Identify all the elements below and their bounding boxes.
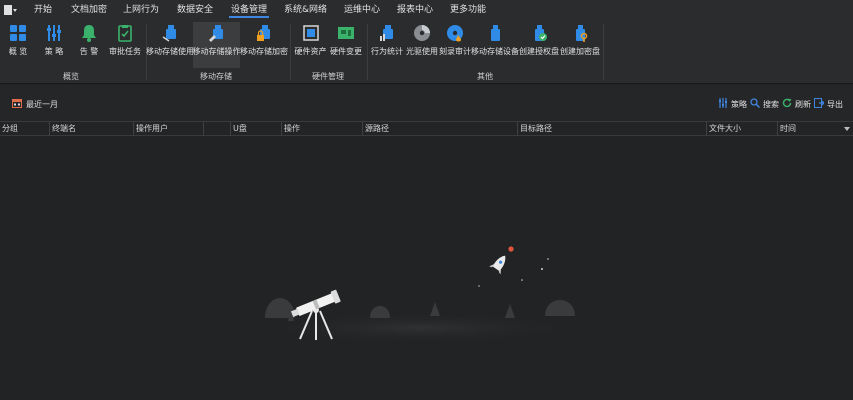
policy-button[interactable]: 策略 — [718, 98, 747, 110]
usb-stats-icon — [378, 24, 396, 42]
ribbon-alert-button[interactable]: 告 警 — [73, 22, 105, 68]
ribbon-usb-usage-label: 移动存储使用 — [146, 47, 194, 56]
menu-more-features[interactable]: 更多功能 — [450, 0, 486, 20]
menu-bar: 开始 文档加密 上网行为 数据安全 设备管理 系统&网络 运维中心 报表中心 更… — [0, 0, 853, 20]
ribbon-usb-device-label: 移动存储设备 — [471, 47, 519, 56]
empty-state-illustration — [250, 246, 590, 344]
date-filter-label: 最近一月 — [26, 99, 58, 109]
sort-dropdown-icon[interactable] — [844, 127, 850, 131]
calendar-icon — [12, 98, 22, 110]
ribbon-usb-device-button[interactable]: 移动存储设备 — [471, 22, 519, 68]
ribbon-usb-encrypt-label: 移动存储加密 — [240, 47, 288, 56]
ribbon-hardware-change-label: 硬件变更 — [330, 47, 362, 56]
board-icon — [337, 24, 355, 42]
search-button[interactable]: 搜索 — [750, 98, 779, 110]
group-label-other: 其他 — [477, 72, 493, 81]
usb-edit-icon — [208, 24, 226, 42]
filter-toolbar: 最近一月 策略 搜索 刷新 导出 — [0, 85, 853, 121]
planet-dot — [508, 246, 514, 252]
column-header-target-path[interactable]: 目标路径 — [517, 122, 706, 136]
group-divider — [290, 24, 291, 80]
cpu-icon — [302, 24, 320, 42]
menu-start[interactable]: 开始 — [34, 0, 52, 20]
burn-disc-icon — [446, 24, 464, 42]
usb-icon — [161, 24, 179, 42]
usb-authorize-icon — [530, 24, 548, 42]
column-header-file-size[interactable]: 文件大小 — [706, 122, 777, 136]
ribbon-approval-label: 审批任务 — [109, 47, 141, 56]
group-label-removable-storage: 移动存储 — [200, 72, 232, 81]
ribbon-hardware-change-button[interactable]: 硬件变更 — [329, 22, 363, 68]
ribbon-create-auth-disk-label: 创建授权盘 — [519, 47, 559, 56]
column-header-usb[interactable]: U盘 — [230, 122, 281, 136]
column-header-group[interactable]: 分组 — [0, 122, 49, 136]
menu-system-network[interactable]: 系统&网络 — [284, 0, 327, 20]
policy-button-label: 策略 — [731, 99, 747, 109]
refresh-button[interactable]: 刷新 — [782, 98, 811, 110]
ribbon-overview-button[interactable]: 概 览 — [1, 22, 35, 68]
search-icon — [750, 98, 761, 110]
ribbon-policy-label: 策 略 — [44, 47, 64, 56]
column-header-blank[interactable] — [203, 122, 230, 136]
date-filter[interactable]: 最近一月 — [12, 98, 58, 110]
group-label-overview: 概览 — [63, 72, 79, 81]
bell-icon — [80, 24, 98, 42]
group-label-hardware: 硬件管理 — [312, 72, 344, 81]
disc-icon — [413, 24, 431, 42]
usb-lock-icon — [255, 24, 273, 42]
ribbon-disc-usage-label: 光驱使用 — [406, 47, 438, 56]
menu-web-behavior[interactable]: 上网行为 — [123, 0, 159, 20]
app-menu-icon[interactable] — [4, 5, 17, 15]
export-icon — [814, 98, 825, 110]
menu-doc-encrypt[interactable]: 文档加密 — [71, 0, 107, 20]
ribbon-burn-audit-button[interactable]: 刻录审计 — [438, 22, 472, 68]
ribbon-toolbar: 概 览 策 略 告 警 审批任务 概览 移动存储使用 移动存储操作 移动存储加密… — [0, 20, 853, 84]
column-header-user[interactable]: 操作用户 — [133, 122, 203, 136]
sliders-icon — [45, 24, 63, 42]
clipboard-check-icon — [116, 24, 134, 42]
star-dots — [478, 258, 549, 287]
ribbon-hardware-assets-button[interactable]: 硬件资产 — [294, 22, 327, 68]
ribbon-usb-encrypt-button[interactable]: 移动存储加密 — [240, 22, 288, 68]
ribbon-disc-usage-button[interactable]: 光驱使用 — [405, 22, 439, 68]
ribbon-policy-button[interactable]: 策 略 — [38, 22, 70, 68]
column-header-terminal[interactable]: 终端名 — [49, 122, 133, 136]
grid-icon — [9, 24, 27, 42]
menu-device-management[interactable]: 设备管理 — [228, 0, 270, 20]
rocket-icon — [489, 255, 506, 275]
refresh-button-label: 刷新 — [795, 99, 811, 109]
menu-report-center[interactable]: 报表中心 — [397, 0, 433, 20]
ribbon-alert-label: 告 警 — [79, 47, 99, 56]
ribbon-behavior-stats-button[interactable]: 行为统计 — [370, 22, 404, 68]
usb-device-icon — [486, 24, 504, 42]
ribbon-create-encrypted-disk-button[interactable]: 创建加密盘 — [559, 22, 601, 68]
ribbon-hardware-assets-label: 硬件资产 — [294, 47, 327, 56]
ribbon-create-encrypted-disk-label: 创建加密盘 — [560, 47, 600, 56]
refresh-icon — [782, 98, 792, 110]
ribbon-create-auth-disk-button[interactable]: 创建授权盘 — [518, 22, 560, 68]
ribbon-usb-operation-label: 移动存储操作 — [192, 47, 241, 56]
ribbon-behavior-stats-label: 行为统计 — [371, 47, 403, 56]
column-header-time-label: 时间 — [780, 124, 796, 133]
table-header: 分组 终端名 操作用户 U盘 操作 源路径 目标路径 文件大小 时间 — [0, 121, 853, 136]
export-button[interactable]: 导出 — [814, 98, 843, 110]
ribbon-usb-usage-button[interactable]: 移动存储使用 — [146, 22, 194, 68]
group-divider — [367, 24, 368, 80]
export-button-label: 导出 — [827, 99, 843, 109]
group-divider — [603, 24, 604, 80]
ribbon-overview-label: 概 览 — [8, 47, 28, 56]
menu-data-security[interactable]: 数据安全 — [177, 0, 213, 20]
ribbon-burn-audit-label: 刻录审计 — [439, 47, 471, 56]
column-header-time[interactable]: 时间 — [777, 122, 853, 136]
menu-ops-center[interactable]: 运维中心 — [344, 0, 380, 20]
search-button-label: 搜索 — [763, 99, 779, 109]
sliders-icon — [718, 98, 728, 110]
ribbon-usb-operation-button[interactable]: 移动存储操作 — [192, 22, 241, 68]
ribbon-approval-button[interactable]: 审批任务 — [107, 22, 143, 68]
column-header-source-path[interactable]: 源路径 — [362, 122, 517, 136]
column-header-operation[interactable]: 操作 — [281, 122, 362, 136]
usb-key-icon — [571, 24, 589, 42]
